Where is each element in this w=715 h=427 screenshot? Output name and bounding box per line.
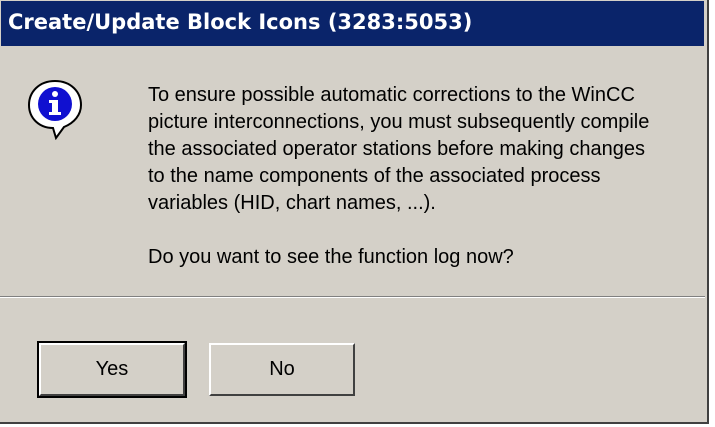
window-title: Create/Update Block Icons (3283:5053) — [8, 10, 473, 34]
question-text: Do you want to see the function log now? — [148, 246, 514, 268]
message-line: to the name components of the associated… — [148, 165, 601, 187]
message-line: picture interconnections, you must subse… — [148, 111, 650, 133]
dialog-window: Create/Update Block Icons (3283:5053) To… — [0, 0, 709, 424]
message-line: To ensure possible automatic corrections… — [148, 84, 635, 106]
title-bar[interactable]: Create/Update Block Icons (3283:5053) — [1, 1, 704, 46]
message-line: the associated operator stations before … — [148, 138, 645, 160]
information-icon — [27, 79, 83, 140]
message-line: variables (HID, chart names, ...). — [148, 192, 436, 214]
yes-button[interactable]: Yes — [37, 341, 187, 398]
no-button[interactable]: No — [209, 343, 355, 396]
separator — [0, 296, 705, 298]
message-text: To ensure possible automatic corrections… — [148, 82, 688, 271]
